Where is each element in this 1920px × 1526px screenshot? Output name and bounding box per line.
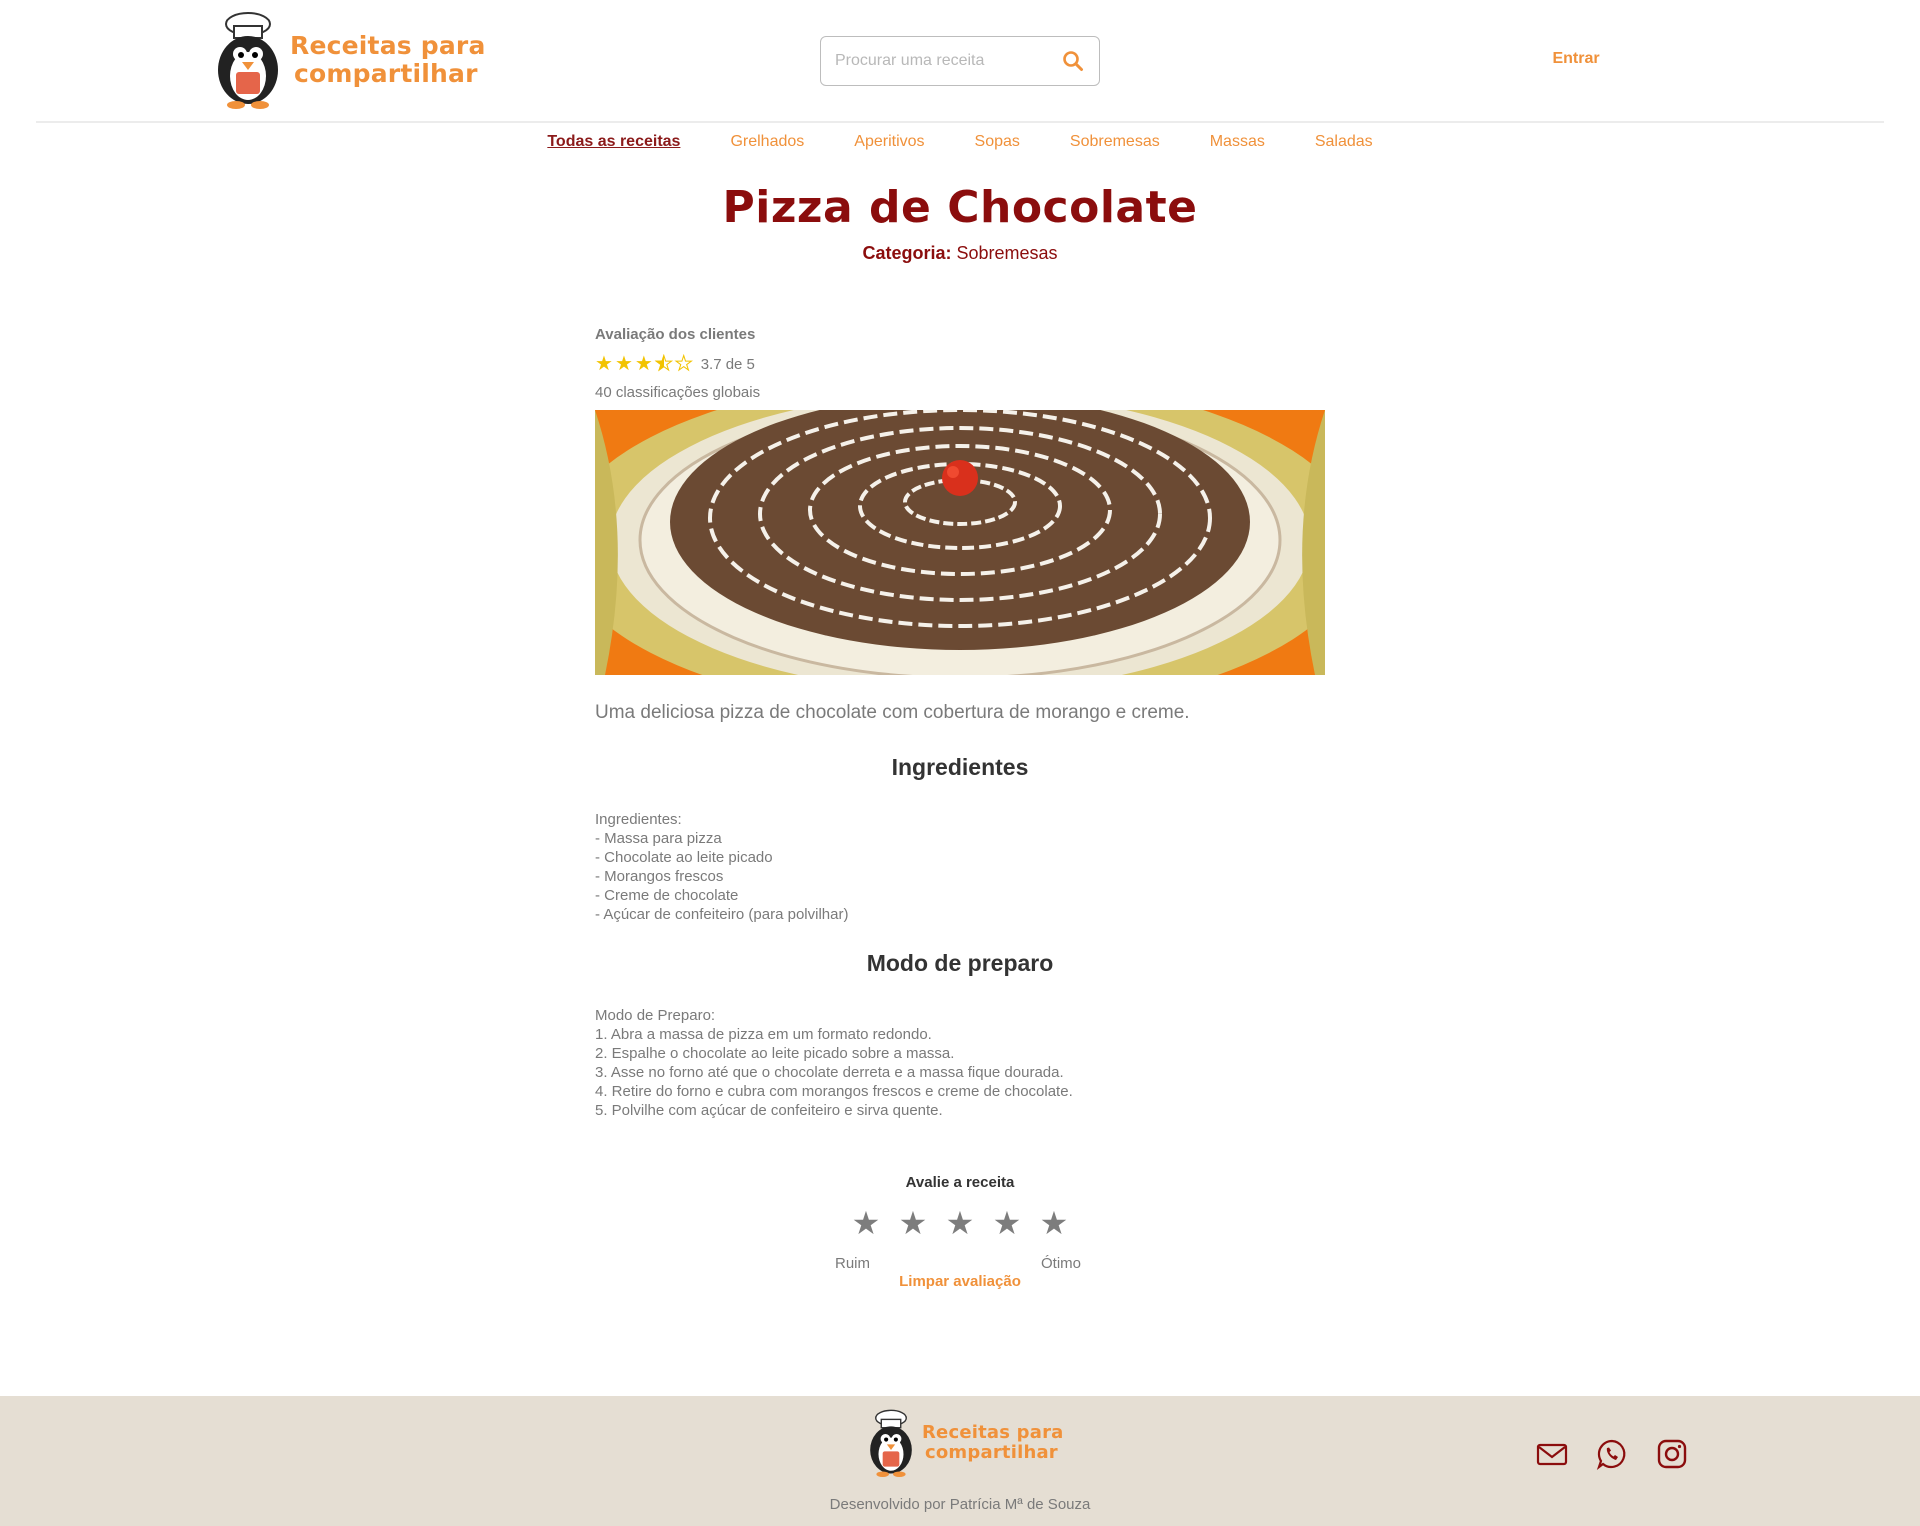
footer-credit: Desenvolvido por Patrícia Mª de Souza bbox=[829, 1496, 1091, 1513]
star-full-icon: ★ bbox=[595, 353, 613, 375]
brand-logo[interactable]: Receitas para compartilhar bbox=[212, 10, 486, 110]
rate-low-label: Ruim bbox=[835, 1255, 871, 1272]
nav-item-aperitivos[interactable]: Aperitivos bbox=[854, 133, 924, 151]
category-nav: Todas as receitas Grelhados Aperitivos S… bbox=[0, 133, 1920, 151]
footer-brand-name: Receitas para compartilhar bbox=[922, 1423, 1064, 1463]
rate-scale-labels: Ruim Ótimo bbox=[595, 1255, 1325, 1275]
social-links bbox=[1536, 1438, 1688, 1470]
nav-item-grelhados[interactable]: Grelhados bbox=[730, 133, 804, 151]
footer-brand-line2: compartilhar bbox=[925, 1442, 1058, 1463]
search-icon[interactable] bbox=[1061, 49, 1085, 73]
site-header: Receitas para compartilhar Entrar bbox=[0, 0, 1920, 122]
category-value: Sobremesas bbox=[956, 243, 1058, 263]
whatsapp-icon[interactable] bbox=[1596, 1438, 1628, 1470]
rate-recipe: Avalie a receita ★ ★ ★ ★ ★ Ruim Ótimo Li… bbox=[595, 1174, 1325, 1290]
recipe-category: Categoria: Sobremesas bbox=[0, 243, 1920, 264]
rate-star-1-icon[interactable]: ★ bbox=[850, 1207, 882, 1239]
header-divider bbox=[36, 121, 1884, 123]
rate-star-4-icon[interactable]: ★ bbox=[991, 1207, 1023, 1239]
rating-summary: ★ ★ ★ ★ ★ 3.7 de 5 bbox=[595, 353, 1325, 375]
list-item: 2. Espalhe o chocolate ao leite picado s… bbox=[595, 1045, 955, 1062]
list-item: - Creme de chocolate bbox=[595, 887, 739, 904]
rate-star-3-icon[interactable]: ★ bbox=[944, 1207, 976, 1239]
list-item: - Massa para pizza bbox=[595, 830, 722, 847]
method-title: Modo de preparo bbox=[866, 950, 1054, 976]
ingredients-list: Ingredientes: - Massa para pizza - Choco… bbox=[595, 810, 1325, 924]
list-item: - Açúcar de confeiteiro (para polvilhar) bbox=[595, 906, 849, 923]
star-half-icon: ★ bbox=[654, 353, 673, 375]
list-item: 1. Abra a massa de pizza em um formato r… bbox=[595, 1026, 932, 1043]
list-item: 5. Polvilhe com açúcar de confeiteiro e … bbox=[595, 1102, 943, 1119]
brand-line2: compartilhar bbox=[294, 59, 478, 88]
ingredients-title: Ingredientes bbox=[891, 754, 1029, 780]
rate-star-5-icon[interactable]: ★ bbox=[1038, 1207, 1070, 1239]
list-item: Ingredientes: bbox=[595, 811, 682, 828]
nav-item-sopas[interactable]: Sopas bbox=[975, 133, 1020, 151]
nav-item-all[interactable]: Todas as receitas bbox=[547, 133, 680, 151]
footer-logo[interactable]: Receitas para compartilhar bbox=[866, 1408, 1064, 1478]
login-link[interactable]: Entrar bbox=[1530, 50, 1622, 68]
nav-item-saladas[interactable]: Saladas bbox=[1315, 133, 1373, 151]
site-footer: Receitas para compartilhar Desenvolvido … bbox=[0, 1396, 1920, 1526]
search-box bbox=[820, 36, 1100, 86]
mail-icon[interactable] bbox=[1536, 1438, 1568, 1470]
star-full-icon: ★ bbox=[634, 353, 653, 375]
recipe-photo bbox=[595, 410, 1325, 675]
recipe-description: Uma deliciosa pizza de chocolate com cob… bbox=[595, 702, 1190, 723]
nav-item-massas[interactable]: Massas bbox=[1210, 133, 1265, 151]
rate-stars: ★ ★ ★ ★ ★ bbox=[595, 1207, 1325, 1239]
clear-rating-button[interactable]: Limpar avaliação bbox=[595, 1273, 1325, 1290]
list-item: Modo de Preparo: bbox=[595, 1007, 716, 1024]
recipe-content: Avaliação dos clientes ★ ★ ★ ★ ★ 3.7 de … bbox=[595, 318, 1325, 1290]
search-input[interactable] bbox=[835, 52, 1061, 70]
rating-value: 3.7 de 5 bbox=[700, 355, 755, 373]
rating-stars: ★ ★ ★ ★ ★ bbox=[595, 353, 693, 375]
list-item: - Morangos frescos bbox=[595, 868, 724, 885]
footer-brand-line1: Receitas para bbox=[922, 1422, 1064, 1443]
brand-line1: Receitas para bbox=[290, 31, 486, 60]
recipe-title: Pizza de Chocolate bbox=[722, 182, 1198, 233]
nav-item-sobremesas[interactable]: Sobremesas bbox=[1070, 133, 1160, 151]
penguin-chef-logo-icon bbox=[218, 12, 278, 109]
star-empty-icon: ★ bbox=[674, 353, 693, 375]
star-full-icon: ★ bbox=[614, 353, 633, 375]
method-list: Modo de Preparo: 1. Abra a massa de pizz… bbox=[595, 1006, 1325, 1120]
brand-name: Receitas para compartilhar bbox=[290, 32, 486, 88]
list-item: 4. Retire do forno e cubra com morangos … bbox=[595, 1083, 1073, 1100]
rate-high-label: Ótimo bbox=[1041, 1255, 1082, 1272]
rating-count: 40 classificações globais bbox=[595, 384, 761, 401]
rate-star-2-icon[interactable]: ★ bbox=[897, 1207, 929, 1239]
list-item: - Chocolate ao leite picado bbox=[595, 849, 773, 866]
list-item: 3. Asse no forno até que o chocolate der… bbox=[595, 1064, 1064, 1081]
rate-title: Avalie a receita bbox=[905, 1174, 1015, 1191]
rating-title: Avaliação dos clientes bbox=[595, 326, 756, 343]
instagram-icon[interactable] bbox=[1656, 1438, 1688, 1470]
penguin-chef-logo-icon bbox=[870, 1409, 912, 1478]
category-label: Categoria: bbox=[862, 243, 952, 263]
